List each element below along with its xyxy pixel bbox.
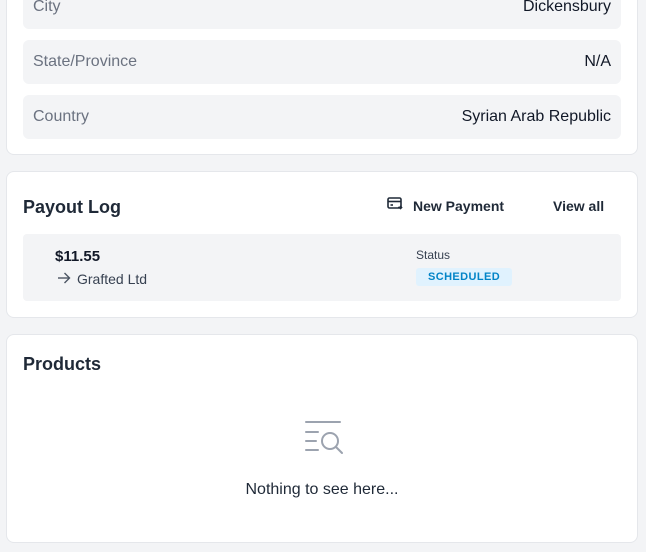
payout-log-title: Payout Log <box>23 197 121 217</box>
empty-state-text: Nothing to see here... <box>245 481 399 498</box>
payout-amount: $11.55 <box>55 248 101 265</box>
search-list-icon <box>304 419 344 462</box>
products-card: Products Nothing to see here... <box>6 334 638 543</box>
new-payment-button[interactable]: New Payment <box>387 197 504 214</box>
address-row-state: State/Province N/A <box>23 40 621 84</box>
address-row-country: Country Syrian Arab Republic <box>23 95 621 139</box>
country-value: Syrian Arab Republic <box>461 108 611 125</box>
address-row-city: City Dickensbury <box>23 0 621 29</box>
status-badge: SCHEDULED <box>416 268 513 286</box>
payout-recipient-name: Grafted Ltd <box>77 271 148 287</box>
state-value: N/A <box>584 53 611 70</box>
address-card: City Dickensbury State/Province N/A Coun… <box>6 0 638 155</box>
state-label: State/Province <box>33 53 138 70</box>
new-payment-label: New Payment <box>413 197 505 214</box>
payment-card-icon <box>387 197 403 214</box>
payout-log-card: Payout Log New Payment View all $11.55 G… <box>6 171 638 318</box>
country-label: Country <box>33 108 90 125</box>
city-value: Dickensbury <box>522 0 611 15</box>
products-title: Products <box>23 354 102 374</box>
view-all-button[interactable]: View all <box>553 198 604 214</box>
city-label: City <box>33 0 61 15</box>
payout-entry[interactable]: $11.55 Grafted Ltd Status SCHEDULED <box>23 234 621 301</box>
payout-status-label: Status <box>416 248 451 262</box>
payout-recipient: Grafted Ltd <box>57 271 147 287</box>
arrow-right-icon <box>57 271 71 287</box>
